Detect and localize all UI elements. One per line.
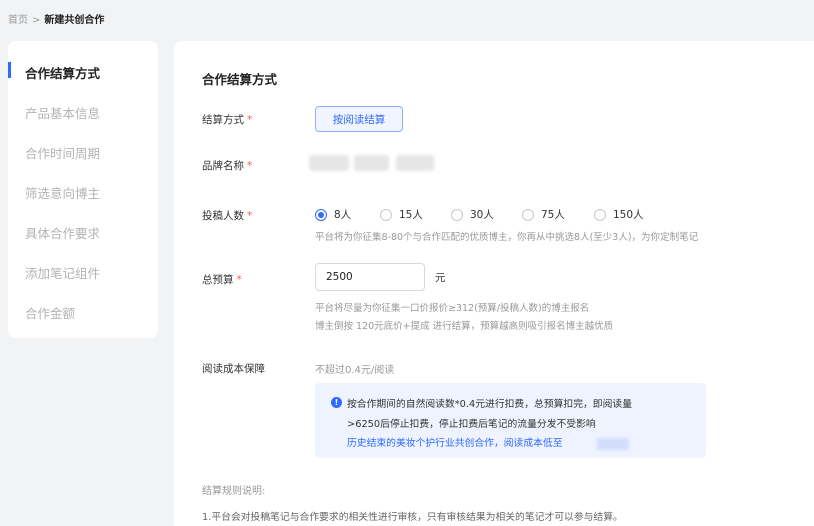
radio-unchecked-icon (451, 208, 463, 221)
rules-line-1: 1.平台会对投稿笔记与合作要求的相关性进行审核，只有审核结果为相关的笔记才可以参… (202, 512, 623, 523)
budget-input[interactable]: 2500 (315, 263, 425, 291)
breadcrumb-current: 新建共创合作 (44, 15, 105, 26)
redacted-value (597, 438, 629, 450)
info-icon: ! (331, 397, 342, 408)
radio-150[interactable]: 150人 (594, 207, 644, 222)
notice-line-2: >6250后停止扣费，停止扣费后笔记的流量分发不受影响 (347, 419, 596, 430)
radio-unchecked-icon (594, 208, 606, 221)
sidebar-item-cooperation-period[interactable]: 合作时间周期 (25, 143, 100, 162)
brand-name-redacted (354, 155, 389, 171)
active-indicator (8, 62, 11, 78)
main-panel: 合作结算方式 结算方式 * 按阅读结算 品牌名称 * 投稿人数 * 8人 15人 30… (174, 41, 814, 526)
budget-unit: 元 (435, 272, 446, 284)
budget-hint-2: 博主倒按 120元底价+提成 进行结算，预算越高则吸引报名博主越优质 (315, 321, 614, 332)
radio-8[interactable]: 8人 (315, 207, 351, 222)
breadcrumb-home[interactable]: 首页 (8, 15, 28, 26)
breadcrumb: 首页 > 新建共创合作 (8, 11, 104, 26)
radio-checked-icon (315, 208, 327, 221)
budget-hint-1: 平台将尽量为你征集一口价报价≥312(预算/投稿人数)的博主报名 (315, 303, 590, 314)
radio-15[interactable]: 15人 (380, 207, 423, 222)
submitters-label: 投稿人数 * (202, 210, 253, 222)
sidebar-item-settlement[interactable]: 合作结算方式 (25, 63, 100, 82)
sidebar-item-requirements[interactable]: 具体合作要求 (25, 223, 100, 242)
sidebar: 合作结算方式 产品基本信息 合作时间周期 筛选意向博主 具体合作要求 添加笔记组… (8, 41, 158, 338)
breadcrumb-separator: > (32, 15, 41, 26)
read-cost-notice: ! 按合作期间的自然阅读数*0.4元进行扣费，总预算扣完，即阅读量 >6250后… (315, 383, 706, 458)
budget-label: 总预算 * (202, 274, 242, 286)
rules-title: 结算规则说明: (202, 486, 266, 497)
submitters-hint: 平台将为你征集8-80个与合作匹配的优质博主，你再从中挑选8人(至少3人)，为你… (315, 232, 699, 243)
settlement-method-button[interactable]: 按阅读结算 (315, 106, 403, 132)
sidebar-item-filter-bloggers[interactable]: 筛选意向博主 (25, 183, 100, 202)
settlement-label: 结算方式 * (202, 114, 253, 126)
read-cost-label: 阅读成本保障 (202, 363, 265, 375)
radio-unchecked-icon (380, 208, 392, 221)
brand-name-redacted (309, 155, 349, 171)
radio-unchecked-icon (522, 208, 534, 221)
read-cost-value: 不超过0.4元/阅读 (315, 365, 395, 376)
brand-name-redacted (396, 155, 434, 171)
notice-history-link[interactable]: 历史结束的美妆个护行业共创合作，阅读成本低至 (347, 435, 563, 449)
radio-75[interactable]: 75人 (522, 207, 565, 222)
sidebar-item-product-info[interactable]: 产品基本信息 (25, 103, 100, 122)
brand-label: 品牌名称 * (202, 160, 253, 172)
radio-30[interactable]: 30人 (451, 207, 494, 222)
notice-line-1: 按合作期间的自然阅读数*0.4元进行扣费，总预算扣完，即阅读量 (347, 399, 632, 410)
sidebar-item-amount[interactable]: 合作金额 (25, 303, 75, 322)
sidebar-item-note-components[interactable]: 添加笔记组件 (25, 263, 100, 282)
section-title: 合作结算方式 (202, 72, 278, 87)
